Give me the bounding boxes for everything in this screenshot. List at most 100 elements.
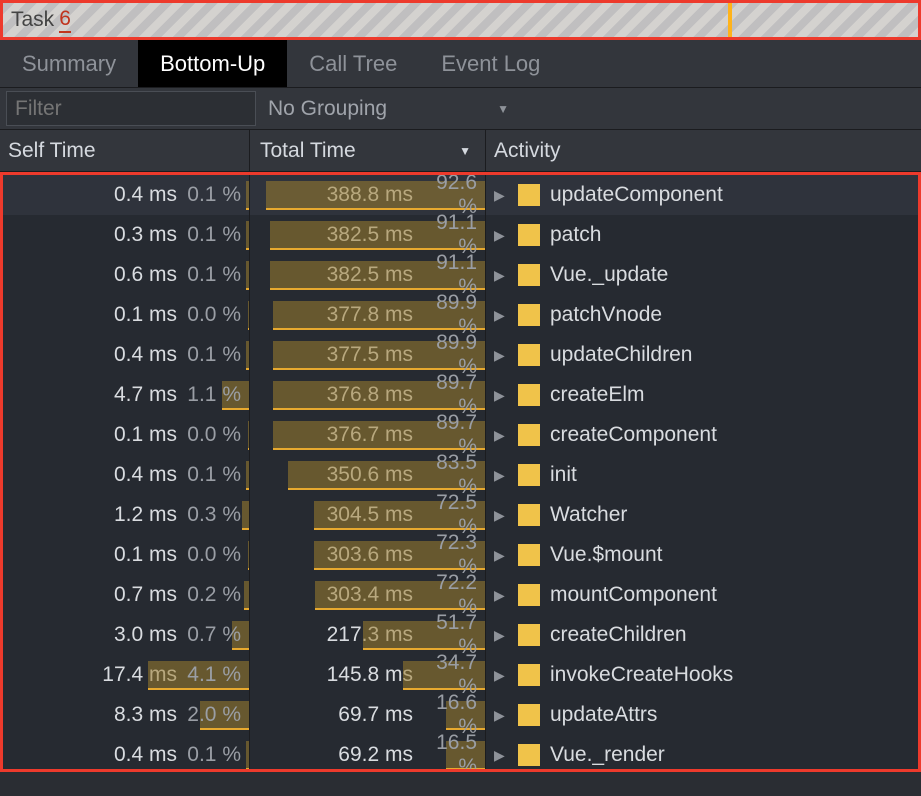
self-time-pct: 0.7 % (177, 623, 249, 647)
table-row[interactable]: 0.4 ms0.1 %388.8 ms92.6 %▶updateComponen… (3, 175, 918, 215)
tab-event-log[interactable]: Event Log (419, 40, 562, 87)
activity-color-swatch (518, 224, 540, 246)
expand-icon[interactable]: ▶ (494, 187, 508, 204)
header-total-time[interactable]: Total Time ▼ (250, 130, 486, 171)
self-time-pct: 0.1 % (177, 743, 249, 767)
self-time-pct: 0.1 % (177, 183, 249, 207)
activity-name: invokeCreateHooks (550, 663, 733, 687)
header-total-time-label: Total Time (260, 139, 356, 163)
activity-name: createComponent (550, 423, 717, 447)
self-time-ms: 3.0 ms (82, 623, 177, 647)
activity-name: updateComponent (550, 183, 723, 207)
cell-total-time: 377.5 ms89.9 % (250, 335, 486, 375)
activity-name: Watcher (550, 503, 627, 527)
cell-self-time: 4.7 ms1.1 % (3, 375, 250, 415)
cell-activity: ▶ invokeCreateHooks (486, 655, 918, 695)
tab-call-tree[interactable]: Call Tree (287, 40, 419, 87)
activity-color-swatch (518, 464, 540, 486)
table-row[interactable]: 17.4 ms4.1 %145.8 ms34.7 %▶invokeCreateH… (3, 655, 918, 695)
cell-activity: ▶updateChildren (486, 335, 918, 375)
task-label: Task (11, 8, 54, 32)
cell-activity: ▶updateAttrs (486, 695, 918, 735)
expand-icon[interactable]: ▶ (494, 747, 508, 764)
self-time-pct: 0.0 % (177, 423, 249, 447)
self-time-pct: 1.1 % (177, 383, 249, 407)
tab-summary[interactable]: Summary (0, 40, 138, 87)
table-row[interactable]: 3.0 ms0.7 %217.3 ms51.7 % ▶ createChildren (3, 615, 918, 655)
activity-color-swatch (518, 744, 540, 766)
table-row[interactable]: 0.6 ms0.1 %382.5 ms91.1 %▶Vue._update (3, 255, 918, 295)
table-row[interactable]: 0.7 ms0.2 %303.4 ms72.2 %▶mountComponent (3, 575, 918, 615)
results-table: 0.4 ms0.1 %388.8 ms92.6 %▶updateComponen… (0, 172, 921, 772)
expand-icon[interactable]: ▶ (494, 307, 508, 324)
expand-icon[interactable]: ▶ (494, 507, 508, 524)
expand-icon[interactable]: ▶ (494, 227, 508, 244)
cell-self-time: 0.4 ms0.1 % (3, 175, 250, 215)
cell-total-time: 303.6 ms72.3 % (250, 535, 486, 575)
cell-self-time: 0.4 ms0.1 % (3, 335, 250, 375)
table-row[interactable]: 1.2 ms0.3 %304.5 ms72.5 %▶Watcher (3, 495, 918, 535)
expand-icon[interactable]: ▶ (494, 427, 508, 444)
filter-input[interactable] (6, 91, 256, 126)
total-time-ms: 145.8 ms (318, 663, 413, 687)
table-row[interactable]: 0.1 ms0.0 %377.8 ms89.9 %▶patchVnode (3, 295, 918, 335)
table-row[interactable]: 4.7 ms1.1 %376.8 ms89.7 %▶createElm (3, 375, 918, 415)
activity-color-swatch (518, 544, 540, 566)
self-time-ms: 0.4 ms (82, 183, 177, 207)
cell-self-time: 0.1 ms0.0 % (3, 415, 250, 455)
filter-row: No Grouping ▼ (0, 88, 921, 130)
table-row[interactable]: 0.4 ms0.1 %377.5 ms89.9 %▶updateChildren (3, 335, 918, 375)
self-time-ms: 0.6 ms (82, 263, 177, 287)
activity-name: createChildren (550, 623, 687, 647)
self-time-ms: 0.7 ms (82, 583, 177, 607)
expand-icon[interactable]: ▶ (494, 267, 508, 284)
cell-total-time: 304.5 ms72.5 % (250, 495, 486, 535)
expand-icon[interactable]: ▶ (494, 587, 508, 604)
cell-total-time: 382.5 ms91.1 % (250, 215, 486, 255)
cell-activity: ▶patch (486, 215, 918, 255)
self-time-ms: 8.3 ms (82, 703, 177, 727)
task-marker (728, 3, 732, 37)
header-activity[interactable]: Activity (486, 130, 921, 171)
cell-activity: ▶ createChildren (486, 615, 918, 655)
sort-desc-icon: ▼ (459, 144, 471, 158)
expand-icon[interactable]: ▶ (494, 667, 508, 684)
total-time-pct: 16.5 % (413, 731, 485, 772)
header-self-time[interactable]: Self Time (0, 130, 250, 171)
cell-activity: ▶Vue.$mount (486, 535, 918, 575)
expand-icon[interactable]: ▶ (494, 467, 508, 484)
tab-bottom-up[interactable]: Bottom-Up (138, 40, 287, 87)
activity-color-swatch (518, 664, 540, 686)
expand-icon[interactable]: ▶ (494, 707, 508, 724)
table-row[interactable]: 0.4 ms0.1 %350.6 ms83.5 %▶init (3, 455, 918, 495)
expand-icon[interactable]: ▶ (494, 387, 508, 404)
activity-color-swatch (518, 504, 540, 526)
table-row[interactable]: 0.3 ms0.1 %382.5 ms91.1 %▶patch (3, 215, 918, 255)
self-time-ms: 0.1 ms (82, 543, 177, 567)
cell-self-time: 0.4 ms0.1 % (3, 455, 250, 495)
cell-total-time: 382.5 ms91.1 % (250, 255, 486, 295)
table-row[interactable]: 8.3 ms2.0 %69.7 ms16.6 %▶updateAttrs (3, 695, 918, 735)
expand-icon[interactable]: ▶ (494, 627, 508, 644)
table-row[interactable]: 0.1 ms0.0 %376.7 ms89.7 %▶createComponen… (3, 415, 918, 455)
cell-self-time: 0.4 ms0.1 % (3, 735, 250, 772)
cell-self-time: 3.0 ms0.7 % (3, 615, 250, 655)
total-time-ms: 69.7 ms (318, 703, 413, 727)
table-row[interactable]: 0.1 ms0.0 %303.6 ms72.3 %▶Vue.$mount (3, 535, 918, 575)
expand-icon[interactable]: ▶ (494, 547, 508, 564)
cell-activity: ▶init (486, 455, 918, 495)
self-time-pct: 0.3 % (177, 503, 249, 527)
activity-name: mountComponent (550, 583, 717, 607)
self-time-pct: 0.1 % (177, 463, 249, 487)
cell-total-time: 217.3 ms51.7 % (250, 615, 486, 655)
cell-total-time: 376.8 ms89.7 % (250, 375, 486, 415)
cell-total-time: 69.2 ms16.5 % (250, 735, 486, 772)
expand-icon[interactable]: ▶ (494, 347, 508, 364)
cell-activity: ▶ mountComponent (486, 575, 918, 615)
activity-color-swatch (518, 264, 540, 286)
table-row[interactable]: 0.4 ms0.1 %69.2 ms16.5 %▶Vue._render (3, 735, 918, 772)
task-bar[interactable]: Task 6 (0, 0, 921, 40)
cell-self-time: 0.1 ms0.0 % (3, 535, 250, 575)
grouping-select[interactable]: No Grouping ▼ (256, 91, 509, 126)
self-time-pct: 2.0 % (177, 703, 249, 727)
